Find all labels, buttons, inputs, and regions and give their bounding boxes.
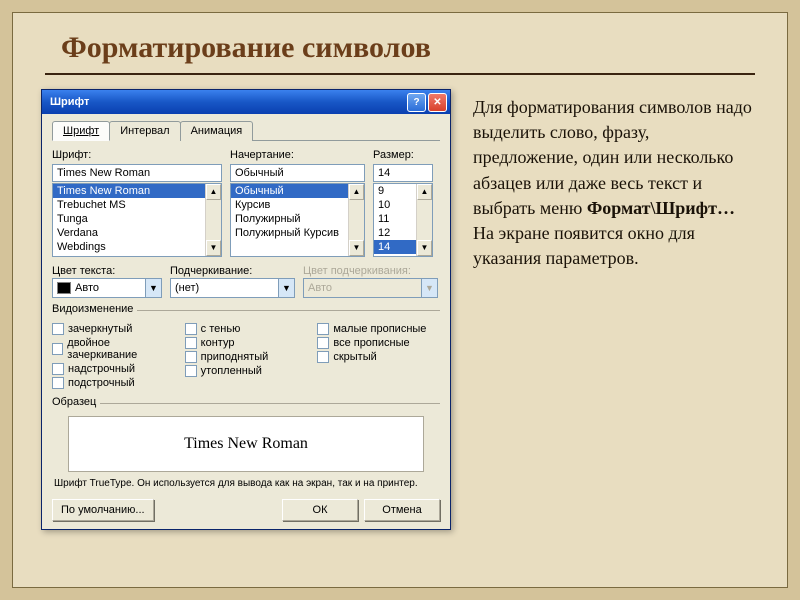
list-item[interactable]: Trebuchet MS — [53, 198, 221, 212]
scrollbar[interactable]: ▲ ▼ — [416, 184, 432, 256]
para-text: На экране появится окно для указания пар… — [473, 223, 695, 268]
chevron-down-icon[interactable]: ▼ — [278, 279, 294, 297]
font-label: Шрифт: — [52, 149, 222, 161]
list-item[interactable]: Tunga — [53, 212, 221, 226]
check-emboss[interactable]: приподнятый — [185, 351, 308, 363]
ok-button[interactable]: ОК — [282, 499, 358, 521]
tab-font[interactable]: Шрифт — [52, 121, 110, 141]
dialog-title: Шрифт — [50, 96, 405, 108]
list-item[interactable]: Webdings — [53, 240, 221, 254]
help-button[interactable]: ? — [407, 93, 426, 112]
scroll-down-icon[interactable]: ▼ — [417, 240, 432, 256]
size-listbox[interactable]: 9 10 11 12 14 ▲ ▼ — [373, 183, 433, 257]
font-dialog: Шрифт ? ✕ Шрифт Интервал Анимация Шрифт:… — [41, 89, 451, 530]
scroll-down-icon[interactable]: ▼ — [349, 240, 364, 256]
font-listbox[interactable]: Times New Roman Trebuchet MS Tunga Verda… — [52, 183, 222, 257]
truetype-hint: Шрифт TrueType. Он используется для выво… — [52, 476, 440, 493]
font-inputs-row: Times New Roman Trebuchet MS Tunga Verda… — [52, 164, 440, 257]
slide-container: Форматирование символов Шрифт ? ✕ Шрифт … — [12, 12, 788, 588]
chevron-down-icon[interactable]: ▼ — [145, 279, 161, 297]
scroll-up-icon[interactable]: ▲ — [417, 184, 432, 200]
check-outline[interactable]: контур — [185, 337, 308, 349]
textcolor-combo[interactable]: Авто ▼ — [52, 278, 162, 298]
scroll-up-icon[interactable]: ▲ — [206, 184, 221, 200]
style-listbox[interactable]: Обычный Курсив Полужирный Полужирный Кур… — [230, 183, 365, 257]
slide-title: Форматирование символов — [13, 13, 787, 73]
check-double-strike[interactable]: двойное зачеркивание — [52, 337, 175, 361]
check-subscript[interactable]: подстрочный — [52, 377, 175, 389]
scroll-up-icon[interactable]: ▲ — [349, 184, 364, 200]
sample-group: Образец — [52, 403, 440, 404]
size-input[interactable] — [373, 164, 433, 182]
ulcolor-label: Цвет подчеркивания: — [303, 265, 438, 277]
check-shadow[interactable]: с тенью — [185, 323, 308, 335]
menu-path: Формат\Шрифт… — [587, 198, 735, 218]
title-rule — [45, 73, 755, 75]
textcolor-label: Цвет текста: — [52, 265, 162, 277]
close-button[interactable]: ✕ — [428, 93, 447, 112]
scroll-down-icon[interactable]: ▼ — [206, 240, 221, 256]
preview-box: Times New Roman — [68, 416, 424, 472]
underline-combo[interactable]: (нет) ▼ — [170, 278, 295, 298]
list-item[interactable]: Курсив — [231, 198, 364, 212]
list-item[interactable]: Полужирный — [231, 212, 364, 226]
check-engrave[interactable]: утопленный — [185, 365, 308, 377]
button-row: По умолчанию... ОК Отмена — [52, 499, 440, 521]
effects-label: Видоизменение — [52, 303, 137, 315]
check-strikethrough[interactable]: зачеркнутый — [52, 323, 175, 335]
default-button[interactable]: По умолчанию... — [52, 499, 154, 521]
list-item[interactable]: Обычный — [231, 184, 364, 198]
ulcolor-combo: Авто ▼ — [303, 278, 438, 298]
check-superscript[interactable]: надстрочный — [52, 363, 175, 375]
check-allcaps[interactable]: все прописные — [317, 337, 440, 349]
scrollbar[interactable]: ▲ ▼ — [348, 184, 364, 256]
scrollbar[interactable]: ▲ ▼ — [205, 184, 221, 256]
cancel-button[interactable]: Отмена — [364, 499, 440, 521]
tab-animation[interactable]: Анимация — [180, 121, 254, 141]
list-item[interactable]: Полужирный Курсив — [231, 226, 364, 240]
check-smallcaps[interactable]: малые прописные — [317, 323, 440, 335]
color-row: Цвет текста: Авто ▼ Подчеркивание: (нет)… — [52, 265, 440, 298]
font-labels-row: Шрифт: Начертание: Размер: — [52, 149, 440, 162]
content-row: Шрифт ? ✕ Шрифт Интервал Анимация Шрифт:… — [13, 89, 787, 530]
sample-label: Образец — [52, 396, 100, 408]
dialog-titlebar[interactable]: Шрифт ? ✕ — [42, 90, 450, 114]
effects-group: Видоизменение — [52, 310, 440, 311]
chevron-down-icon: ▼ — [421, 279, 437, 297]
style-input[interactable] — [230, 164, 365, 182]
list-item[interactable]: Times New Roman — [53, 184, 221, 198]
check-hidden[interactable]: скрытый — [317, 351, 440, 363]
tab-spacing[interactable]: Интервал — [109, 121, 180, 141]
font-input[interactable] — [52, 164, 222, 182]
body-text: Для форматирования символов надо выделит… — [469, 89, 759, 530]
effects-checks: зачеркнутый двойное зачеркивание надстро… — [52, 323, 440, 391]
size-label: Размер: — [373, 149, 433, 161]
dialog-body: Шрифт Интервал Анимация Шрифт: Начертани… — [42, 114, 450, 529]
underline-label: Подчеркивание: — [170, 265, 295, 277]
style-label: Начертание: — [230, 149, 365, 161]
color-swatch-icon — [57, 282, 71, 294]
tab-strip: Шрифт Интервал Анимация — [52, 120, 440, 141]
list-item[interactable]: Verdana — [53, 226, 221, 240]
